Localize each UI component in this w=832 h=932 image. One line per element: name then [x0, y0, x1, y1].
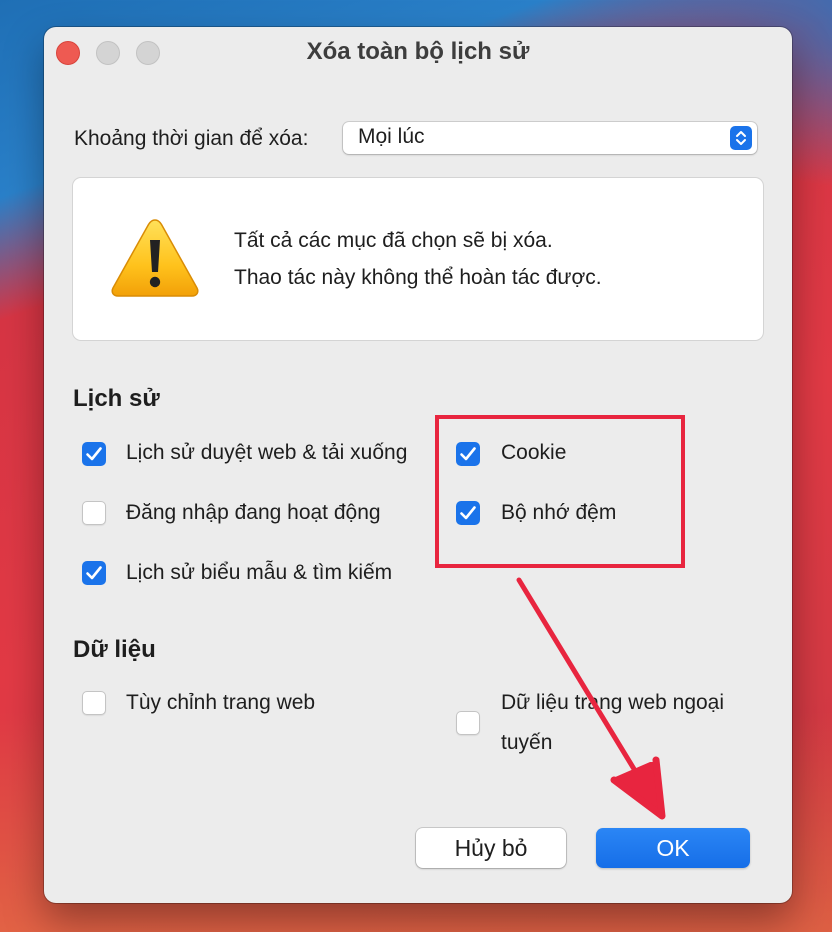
offline-website-data-label-line2: tuyến — [501, 731, 553, 754]
active-logins-label: Đăng nhập đang hoạt động — [126, 501, 381, 524]
checkmark-icon — [460, 447, 476, 461]
cancel-button[interactable]: Hủy bỏ — [416, 828, 566, 868]
dialog-title: Xóa toàn bộ lịch sử — [306, 38, 530, 65]
ok-button[interactable]: OK — [596, 828, 750, 868]
offline-website-data-checkbox[interactable] — [456, 711, 480, 735]
site-customizations-checkbox[interactable] — [82, 691, 106, 715]
active-logins-checkbox[interactable] — [82, 501, 106, 525]
cache-checkbox[interactable] — [456, 501, 480, 525]
checkmark-icon — [86, 566, 102, 580]
browsing-download-history-label: Lịch sử duyệt web & tải xuống — [126, 441, 408, 464]
browsing-download-history-checkbox[interactable] — [82, 442, 106, 466]
checkmark-icon — [460, 506, 476, 520]
time-range-value: Mọi lúc — [358, 125, 425, 148]
time-range-select[interactable]: Mọi lúc — [343, 122, 757, 154]
offline-website-data-label-line1: Dữ liệu trang web ngoại — [501, 691, 725, 714]
site-customizations-label: Tùy chỉnh trang web — [126, 691, 316, 714]
checkmark-icon — [86, 447, 102, 461]
clear-history-dialog: Xóa toàn bộ lịch sử Khoảng thời gian để … — [44, 27, 792, 903]
cookies-label: Cookie — [501, 441, 567, 464]
form-search-history-checkbox[interactable] — [82, 561, 106, 585]
cache-label: Bộ nhớ đệm — [501, 501, 617, 524]
updown-chevron-icon — [730, 126, 752, 150]
history-heading: Lịch sử — [73, 385, 160, 412]
warning-line-1: Tất cả các mục đã chọn sẽ bị xóa. — [234, 229, 553, 252]
time-range-label: Khoảng thời gian để xóa: — [74, 127, 309, 150]
title-bar: Xóa toàn bộ lịch sử — [44, 27, 792, 79]
warning-line-2: Thao tác này không thể hoàn tác được. — [234, 266, 602, 289]
warning-icon — [111, 219, 199, 297]
form-search-history-label: Lịch sử biểu mẫu & tìm kiếm — [126, 561, 393, 584]
data-heading: Dữ liệu — [73, 636, 156, 663]
cookies-checkbox[interactable] — [456, 442, 480, 466]
warning-panel: Tất cả các mục đã chọn sẽ bị xóa. Thao t… — [73, 178, 763, 340]
